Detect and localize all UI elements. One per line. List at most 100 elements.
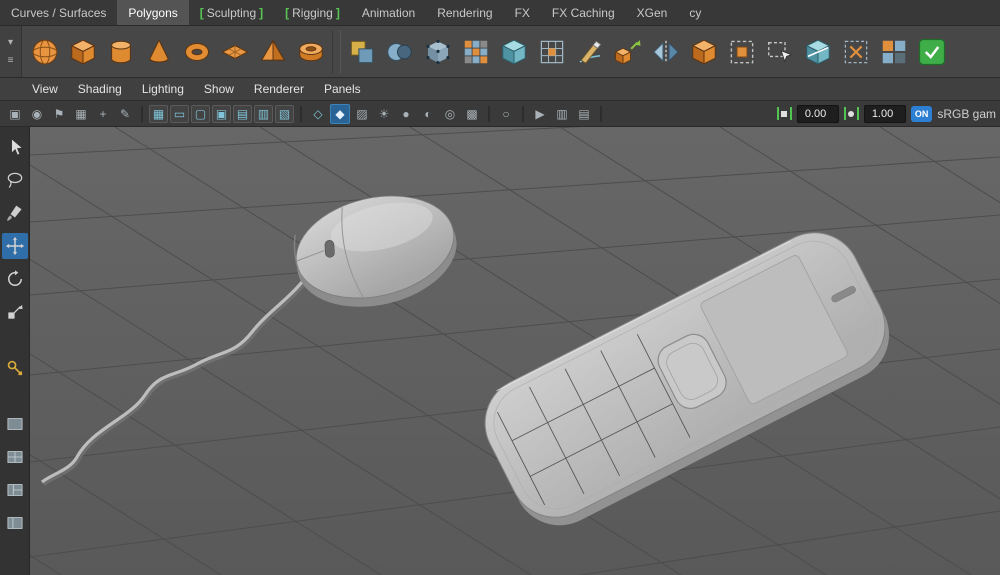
poly-cube-icon[interactable] [64,30,102,74]
pan-zoom-icon[interactable]: + [93,104,113,124]
last-tool-key[interactable] [2,355,28,381]
poly-torus-icon[interactable] [178,30,216,74]
rotate-tool[interactable] [2,266,28,292]
panel-menu[interactable]: Renderer [244,82,314,96]
smooth-icon[interactable] [495,30,533,74]
bevel-icon[interactable] [685,30,723,74]
use-all-lights-icon[interactable]: ☀ [374,104,394,124]
viewport[interactable] [30,127,1000,575]
layout-four-pane[interactable] [2,444,28,470]
shelf-tab-label: Curves / Surfaces [11,6,106,20]
shelf-tab[interactable]: Rendering [426,0,503,25]
safe-action-icon[interactable]: ▥ [254,105,273,123]
boolean-icon[interactable] [381,30,419,74]
panel-toolbar: ▣ ◉ ⚑ ▦ + ✎ [0,101,1000,127]
pane-split-icon[interactable]: ▤ [574,104,594,124]
safe-title-icon[interactable]: ▧ [275,105,294,123]
multi-component-icon[interactable] [457,30,495,74]
shelf-tab[interactable]: FX [504,0,541,25]
shelf-tab[interactable]: [ Rigging ] [274,0,351,25]
exposure-field[interactable]: 0.00 [797,105,839,123]
select-tool[interactable] [2,134,28,160]
gamma-icon[interactable] [844,107,859,120]
gamma-field[interactable]: 1.00 [864,105,906,123]
toolbar-separator[interactable] [141,106,143,122]
shaded-mode-icon[interactable]: ◆ [330,104,350,124]
shelf-options-icon[interactable]: ≡ [3,54,19,68]
panel-menu[interactable]: Show [194,82,244,96]
ambient-occlusion-icon[interactable]: ◐ [418,104,438,124]
shelf: ▾ ≡ [0,26,1000,78]
lasso-tool[interactable] [2,167,28,193]
select-camera-icon[interactable]: ▣ [5,104,25,124]
image-plane-icon[interactable]: ▦ [71,104,91,124]
field-chart-icon[interactable]: ▤ [233,105,252,123]
shelf-tab-label: FX [515,6,530,20]
scale-tool[interactable] [2,299,28,325]
panel-menu[interactable]: Shading [68,82,132,96]
view-transform-toggle[interactable]: ON [911,106,933,122]
view-transform-label[interactable]: sRGB gam [937,107,996,121]
poly-cylinder-icon[interactable] [102,30,140,74]
add-divisions-icon[interactable] [533,30,571,74]
shelf-tab-bar: Curves / Surfaces Polygons [ Sculpting ]… [0,0,1000,26]
exposure-icon[interactable] [777,107,792,120]
camera-attributes-icon[interactable]: ◉ [27,104,47,124]
anti-alias-icon[interactable]: ▩ [462,104,482,124]
panel-menubar: View Shading Lighting Show Renderer Pane… [0,78,1000,101]
poly-cone-icon[interactable] [140,30,178,74]
paint-selection-tool[interactable] [2,200,28,226]
bookmark-icon[interactable]: ⚑ [49,104,69,124]
layout-single-pane[interactable] [2,411,28,437]
motion-blur-icon[interactable]: ◎ [440,104,460,124]
shelf-overflow-icon[interactable] [913,30,951,74]
grid-toggle-icon[interactable]: ▦ [149,105,168,123]
toolbar-separator[interactable] [488,106,490,122]
target-weld-icon[interactable] [419,30,457,74]
quad-draw-icon[interactable] [723,30,761,74]
panel-menu[interactable]: Panels [314,82,371,96]
layout-three-pane[interactable] [2,477,28,503]
pane-layout-icon[interactable]: ▥ [552,104,572,124]
edge-flow-icon[interactable] [799,30,837,74]
poly-pyramid-icon[interactable] [254,30,292,74]
extrude-icon[interactable] [609,30,647,74]
shelf-tab[interactable]: FX Caching [541,0,626,25]
uv-layout-icon[interactable] [875,30,913,74]
gate-mask-icon[interactable]: ▣ [212,105,231,123]
film-gate-icon[interactable]: ▭ [170,105,189,123]
grease-pencil-icon[interactable]: ✎ [115,104,135,124]
multi-cut-icon[interactable] [571,30,609,74]
cursor-icon[interactable]: ▶ [530,104,550,124]
shelf-tabs-menu-icon[interactable]: ▾ [3,36,19,50]
marquee-select-icon[interactable] [761,30,799,74]
shelf-tab[interactable]: Polygons [117,0,188,25]
layout-two-pane[interactable] [2,510,28,536]
shadows-icon[interactable]: ● [396,104,416,124]
toolbar-separator[interactable] [600,106,602,122]
shelf-tab[interactable]: cy [678,0,712,25]
isolate-select-icon[interactable]: ○ [496,104,516,124]
shelf-tab[interactable]: [ Sculpting ] [189,0,274,25]
poly-pipe-icon[interactable] [292,30,330,74]
wireframe-mode-icon[interactable]: ◇ [308,104,328,124]
delete-component-icon[interactable] [837,30,875,74]
mirror-icon[interactable] [647,30,685,74]
resolution-gate-icon[interactable]: ▢ [191,105,210,123]
panel-menu[interactable]: View [22,82,68,96]
shelf-tab[interactable]: Animation [351,0,426,25]
poly-sphere-icon[interactable] [26,30,64,74]
move-tool[interactable] [2,233,28,259]
shelf-tab[interactable]: Curves / Surfaces [0,0,117,25]
panel-menu[interactable]: Lighting [132,82,194,96]
toolbar-separator[interactable] [300,106,302,122]
textured-mode-icon[interactable]: ▨ [352,104,372,124]
shelf-tab[interactable]: XGen [626,0,679,25]
tab-bracket-close: ] [336,6,340,20]
toolbar-separator[interactable] [522,106,524,122]
mouse-scroll-wheel [325,240,335,257]
combine-icon[interactable] [343,30,381,74]
shelf-separator[interactable] [332,30,341,74]
poly-plane-icon[interactable] [216,30,254,74]
toolbox [0,127,30,575]
